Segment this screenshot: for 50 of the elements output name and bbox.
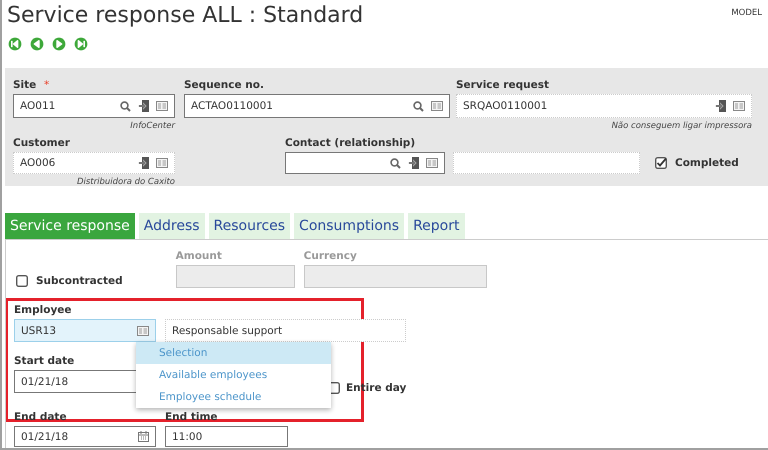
card-icon[interactable] — [156, 158, 168, 168]
field-label: Contact (relationship) — [285, 137, 416, 151]
checkbox[interactable] — [16, 275, 28, 287]
card-icon[interactable] — [156, 101, 168, 111]
card-icon[interactable] — [137, 326, 149, 336]
input-field[interactable]: AO011 — [13, 94, 175, 118]
arrow-into-box-icon[interactable] — [408, 157, 419, 169]
field-label: Amount — [176, 250, 222, 264]
arrow-into-box-icon[interactable] — [715, 100, 726, 112]
card-icon[interactable] — [426, 158, 438, 168]
first-record-button[interactable] — [8, 37, 22, 51]
search-icon[interactable] — [120, 100, 131, 112]
checkbox[interactable] — [655, 157, 667, 169]
input-field[interactable]: SRQAO0110001 — [456, 94, 752, 118]
tab[interactable]: Consumptions — [294, 213, 404, 239]
search-icon[interactable] — [413, 100, 424, 112]
field-label: Start date — [14, 355, 74, 369]
hint-text: Distribuidora do Caxito — [76, 177, 175, 187]
calendar-icon[interactable] — [138, 431, 149, 442]
mode-label: MODEL — [731, 8, 762, 18]
input-field[interactable] — [285, 152, 445, 174]
field-label: Employee — [14, 304, 72, 318]
input-field[interactable]: AO006 — [13, 152, 175, 174]
tab[interactable]: Address — [138, 213, 205, 239]
card-icon[interactable] — [431, 101, 443, 111]
field-label: Service request — [456, 79, 549, 93]
search-icon[interactable] — [390, 158, 401, 168]
input-field[interactable]: Responsable support — [165, 319, 406, 342]
input-field[interactable]: 01/21/18 — [14, 426, 156, 447]
field-label: Site * — [13, 79, 50, 93]
input-field[interactable] — [453, 152, 640, 174]
window-title: Service response ALL : Standard — [7, 3, 364, 28]
checkbox-label: Subcontracted — [36, 275, 123, 287]
previous-record-button[interactable] — [30, 37, 44, 51]
field-label: Currency — [304, 250, 357, 264]
card-icon[interactable] — [733, 101, 745, 111]
checkbox-label: Completed — [675, 157, 739, 169]
arrow-into-box-icon[interactable] — [138, 100, 149, 112]
hint-text: InfoCenter — [130, 121, 175, 131]
tab[interactable]: Resources — [208, 213, 290, 239]
input-field[interactable]: USR13 — [14, 319, 156, 342]
input-field[interactable]: 11:00 — [165, 426, 288, 447]
next-record-button[interactable] — [52, 37, 66, 51]
input-field[interactable]: ACTAO0110001 — [184, 94, 450, 118]
field-label: Customer — [13, 137, 70, 151]
field-label: Sequence no. — [184, 79, 264, 93]
tab[interactable]: Report — [408, 213, 464, 239]
arrow-into-box-icon[interactable] — [138, 157, 149, 169]
last-record-button[interactable] — [74, 37, 88, 51]
hint-text: Não conseguem ligar impressora — [612, 121, 752, 131]
